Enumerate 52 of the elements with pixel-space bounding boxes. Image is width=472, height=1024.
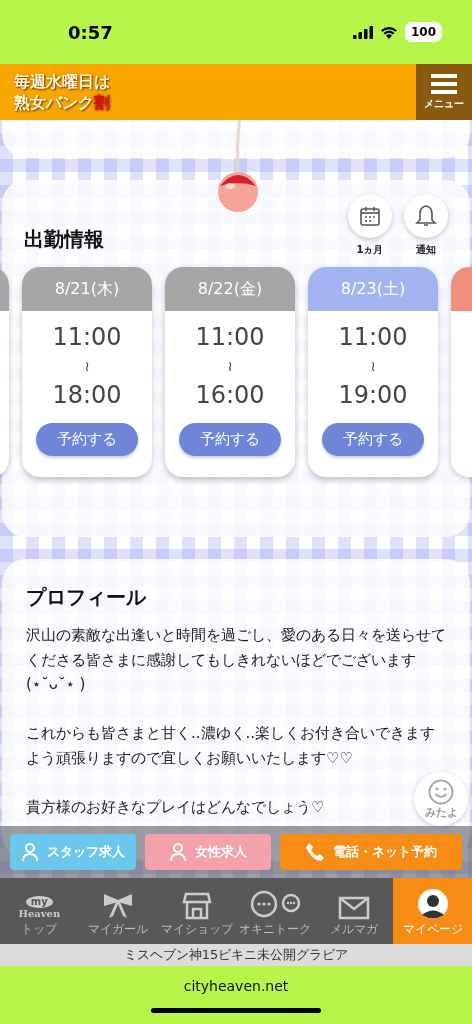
shift-date: 8/22(金) bbox=[165, 267, 295, 311]
signal-icon bbox=[352, 25, 373, 39]
chat-bubbles-icon bbox=[249, 890, 302, 920]
tab-item[interactable]: オキニトーク bbox=[236, 878, 315, 944]
logo-accent: 割 bbox=[94, 92, 110, 113]
logo-text: Heaven bbox=[18, 908, 61, 920]
range-mark: ≀ bbox=[84, 357, 90, 376]
logo-text: my bbox=[25, 896, 53, 908]
start-time: 11:00 bbox=[52, 323, 122, 351]
envelope-icon bbox=[338, 896, 370, 920]
start-time: 11:00 bbox=[338, 323, 408, 351]
bow-icon bbox=[101, 892, 135, 920]
shift-date: 8/23(土) bbox=[308, 267, 438, 311]
logo-text: 毎週水曜日は bbox=[14, 71, 110, 92]
range-mark: ≀ bbox=[227, 357, 233, 376]
start-time: 11:00 bbox=[195, 323, 265, 351]
reserve-button[interactable]: 予約する bbox=[179, 423, 281, 456]
person-icon bbox=[21, 842, 39, 862]
shop-icon bbox=[181, 892, 212, 920]
calendar-icon bbox=[359, 205, 381, 227]
tab-item[interactable]: マイショップ bbox=[157, 878, 236, 944]
tab-item[interactable]: my Heaven トップ bbox=[0, 878, 79, 944]
menu-icon bbox=[431, 73, 457, 94]
url-text: cityheaven.net bbox=[183, 978, 289, 994]
avatar-icon bbox=[416, 888, 449, 920]
profile-text: 貴方様のお好きなプレイはどんなでしょう♡ bbox=[26, 796, 325, 818]
reserve-button[interactable]: 予約する bbox=[322, 423, 424, 456]
end-time: 16:00 bbox=[195, 381, 265, 409]
phone-icon bbox=[305, 842, 325, 862]
end-time: 18:00 bbox=[52, 381, 122, 409]
menu-button[interactable]: メニュー bbox=[416, 64, 472, 120]
phone-button[interactable]: 電話・ネット予約 bbox=[280, 834, 462, 870]
logo-text: 熟女バンク bbox=[14, 92, 94, 113]
tab-item[interactable]: マイガール bbox=[78, 878, 158, 944]
women-button[interactable]: 女性求人 bbox=[145, 834, 271, 870]
profile-text: 沢山の素敵な出逢いと時間を過ごし、愛のある日々を送らせてくださる皆さまに感謝してもしきれないほどでございます(⋆˘ᴗ˘⋆ ) bbox=[26, 625, 446, 695]
wifi-icon bbox=[379, 25, 398, 39]
tab-item[interactable]: マイページ bbox=[393, 878, 472, 944]
range-mark: ≀ bbox=[370, 357, 376, 376]
ticker-text: ミスヘブン神15ビキニ未公開グラビア bbox=[0, 944, 472, 966]
shift-date: 8/21(木) bbox=[22, 267, 152, 311]
battery-indicator: 100 bbox=[404, 22, 442, 42]
person-icon bbox=[169, 842, 187, 862]
reserve-button[interactable]: 予約する bbox=[36, 423, 138, 456]
section-title: プロフィール bbox=[26, 585, 148, 609]
status-time: 0:57 bbox=[68, 21, 113, 43]
bell-icon bbox=[415, 204, 437, 228]
smiley-icon bbox=[428, 778, 454, 805]
section-title: 出勤情報 bbox=[24, 226, 104, 253]
tab-item[interactable]: メルマガ bbox=[314, 878, 394, 944]
profile-text: これからも皆さまと甘く..濃ゆく..楽しくお付き合いできますよう頑張りますので宜しくお願いいたします♡♡ bbox=[26, 723, 437, 769]
end-time: 19:00 bbox=[338, 381, 408, 409]
